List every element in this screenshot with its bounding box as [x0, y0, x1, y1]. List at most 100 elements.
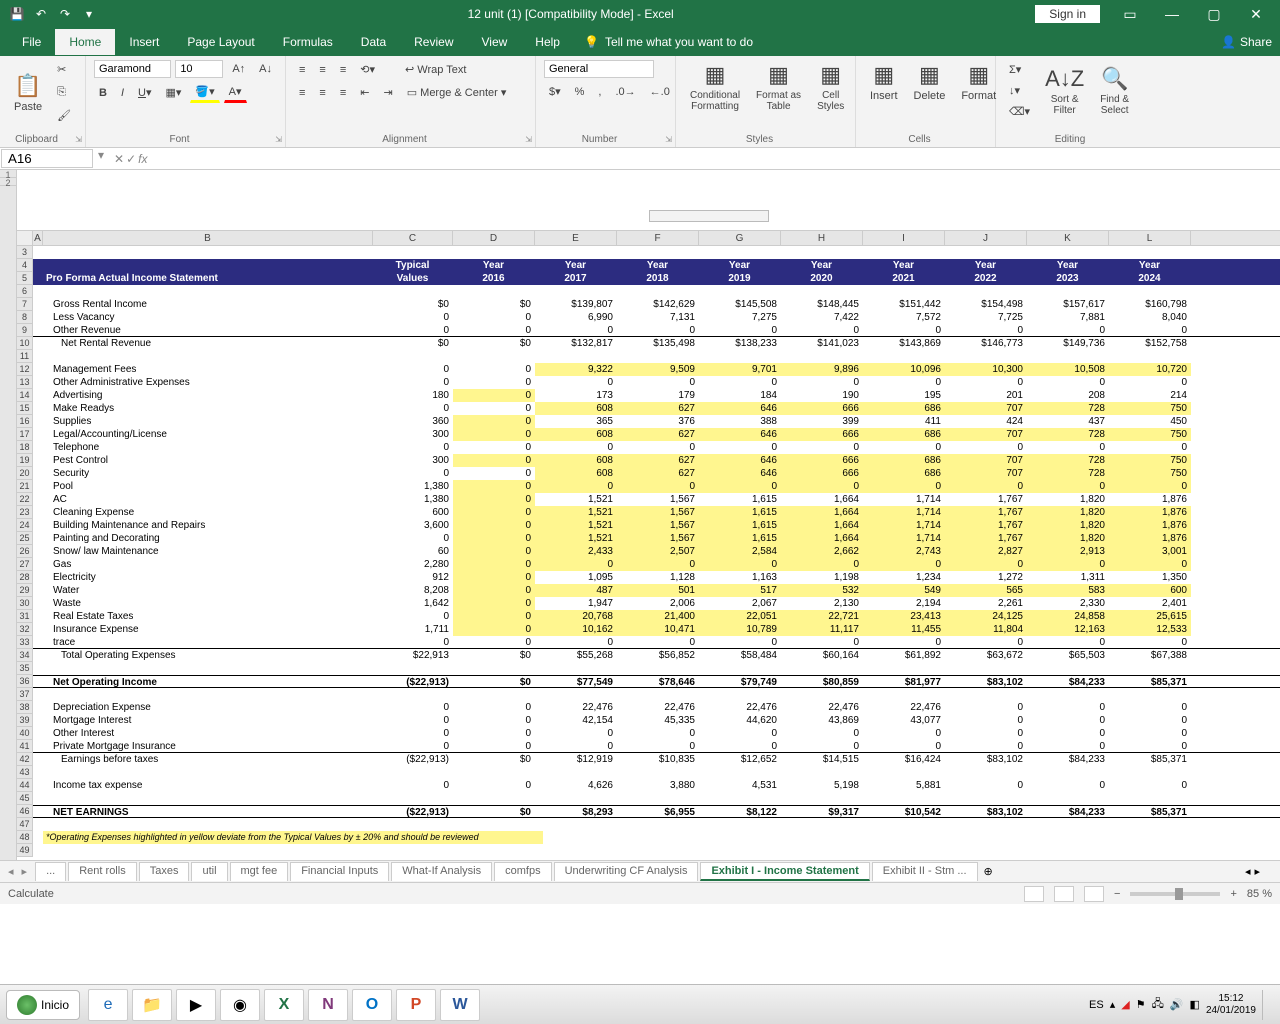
- data-cell[interactable]: 0: [1027, 740, 1109, 752]
- data-cell[interactable]: $0: [453, 753, 535, 766]
- data-cell[interactable]: 300: [373, 428, 453, 441]
- data-cell[interactable]: [373, 662, 453, 675]
- data-cell[interactable]: $80,859: [781, 676, 863, 687]
- data-cell[interactable]: 11,117: [781, 623, 863, 636]
- row-header-10[interactable]: 10: [17, 337, 33, 350]
- data-cell[interactable]: 0: [373, 311, 453, 324]
- tab-view[interactable]: View: [468, 29, 522, 55]
- zoom-slider[interactable]: [1130, 892, 1220, 896]
- data-cell[interactable]: 450: [1109, 415, 1191, 428]
- data-cell[interactable]: ($22,913): [373, 806, 453, 817]
- data-cell[interactable]: 1,311: [1027, 571, 1109, 584]
- data-cell[interactable]: 1,521: [535, 493, 617, 506]
- row-label[interactable]: Less Vacancy: [43, 311, 373, 324]
- data-cell[interactable]: [781, 688, 863, 701]
- data-cell[interactable]: 1,664: [781, 506, 863, 519]
- tab-file[interactable]: File: [8, 29, 55, 55]
- data-cell[interactable]: [1109, 688, 1191, 701]
- share-button[interactable]: 👤 Share: [1221, 35, 1272, 49]
- data-cell[interactable]: $141,023: [781, 337, 863, 350]
- fx-icon[interactable]: fx: [138, 152, 147, 166]
- align-right-icon[interactable]: ≡: [335, 84, 351, 102]
- data-cell[interactable]: 2,330: [1027, 597, 1109, 610]
- font-family-combo[interactable]: [94, 60, 171, 78]
- align-center-icon[interactable]: ≡: [314, 84, 330, 102]
- data-cell[interactable]: 5,881: [863, 779, 945, 792]
- data-cell[interactable]: 0: [617, 441, 699, 454]
- data-cell[interactable]: [781, 766, 863, 779]
- data-cell[interactable]: $0: [453, 649, 535, 662]
- row-header-36[interactable]: 36: [17, 675, 33, 688]
- data-cell[interactable]: [781, 792, 863, 805]
- data-cell[interactable]: 707: [945, 467, 1027, 480]
- sheet-tab[interactable]: mgt fee: [230, 862, 289, 881]
- data-cell[interactable]: 1,664: [781, 493, 863, 506]
- data-cell[interactable]: 7,572: [863, 311, 945, 324]
- data-cell[interactable]: [1109, 792, 1191, 805]
- data-cell[interactable]: 365: [535, 415, 617, 428]
- data-cell[interactable]: $6,955: [617, 806, 699, 817]
- data-cell[interactable]: 0: [863, 480, 945, 493]
- data-cell[interactable]: 666: [781, 467, 863, 480]
- row-label[interactable]: Supplies: [43, 415, 373, 428]
- sheet-tab[interactable]: util: [191, 862, 227, 881]
- data-cell[interactable]: [945, 766, 1027, 779]
- data-cell[interactable]: 0: [373, 363, 453, 376]
- data-cell[interactable]: 10,508: [1027, 363, 1109, 376]
- data-cell[interactable]: $146,773: [945, 337, 1027, 350]
- taskbar-clock[interactable]: 15:12 24/01/2019: [1206, 993, 1256, 1017]
- data-cell[interactable]: 0: [1109, 558, 1191, 571]
- data-cell[interactable]: [1109, 662, 1191, 675]
- data-cell[interactable]: 0: [945, 779, 1027, 792]
- data-cell[interactable]: 0: [453, 740, 535, 752]
- data-cell[interactable]: [535, 792, 617, 805]
- data-cell[interactable]: 0: [453, 714, 535, 727]
- column-header-A[interactable]: A: [33, 231, 43, 245]
- cancel-formula-icon[interactable]: ✕: [114, 152, 124, 166]
- row-label[interactable]: Private Mortgage Insurance: [43, 740, 373, 752]
- row-label[interactable]: Management Fees: [43, 363, 373, 376]
- data-cell[interactable]: 10,096: [863, 363, 945, 376]
- data-cell[interactable]: 0: [699, 636, 781, 648]
- row-label[interactable]: [43, 350, 373, 363]
- sheet-tab[interactable]: Underwriting CF Analysis: [554, 862, 699, 881]
- row-header-20[interactable]: 20: [17, 467, 33, 480]
- data-cell[interactable]: [535, 662, 617, 675]
- data-cell[interactable]: [863, 766, 945, 779]
- data-cell[interactable]: 0: [863, 740, 945, 752]
- data-cell[interactable]: [781, 662, 863, 675]
- align-left-icon[interactable]: ≡: [294, 84, 310, 102]
- name-box[interactable]: [1, 149, 93, 168]
- data-cell[interactable]: 1,767: [945, 493, 1027, 506]
- data-cell[interactable]: [863, 662, 945, 675]
- data-cell[interactable]: [863, 350, 945, 363]
- row-header-41[interactable]: 41: [17, 740, 33, 753]
- data-cell[interactable]: $135,498: [617, 337, 699, 350]
- data-cell[interactable]: 1,380: [373, 480, 453, 493]
- tab-data[interactable]: Data: [347, 29, 400, 55]
- row-label[interactable]: Other Administrative Expenses: [43, 376, 373, 389]
- data-cell[interactable]: 583: [1027, 584, 1109, 597]
- data-cell[interactable]: $79,749: [699, 676, 781, 687]
- data-cell[interactable]: 600: [1109, 584, 1191, 597]
- data-cell[interactable]: 23,413: [863, 610, 945, 623]
- data-cell[interactable]: $138,233: [699, 337, 781, 350]
- data-cell[interactable]: 1,615: [699, 532, 781, 545]
- header-cell[interactable]: 2019: [699, 272, 781, 285]
- zoom-in-button[interactable]: +: [1230, 888, 1236, 900]
- data-cell[interactable]: 0: [617, 740, 699, 752]
- data-cell[interactable]: 0: [535, 740, 617, 752]
- row-header-9[interactable]: 9: [17, 324, 33, 337]
- wrap-text-button[interactable]: ↩ Wrap Text: [400, 60, 471, 79]
- data-cell[interactable]: $84,233: [1027, 676, 1109, 687]
- data-cell[interactable]: 686: [863, 467, 945, 480]
- data-cell[interactable]: 0: [945, 727, 1027, 740]
- data-cell[interactable]: 0: [1027, 376, 1109, 389]
- data-cell[interactable]: 0: [373, 714, 453, 727]
- font-size-combo[interactable]: [175, 60, 223, 78]
- header-cell[interactable]: Year: [781, 259, 863, 272]
- data-cell[interactable]: 1,714: [863, 493, 945, 506]
- data-cell[interactable]: 627: [617, 467, 699, 480]
- data-cell[interactable]: [373, 688, 453, 701]
- taskbar-media-icon[interactable]: ▶: [176, 989, 216, 1021]
